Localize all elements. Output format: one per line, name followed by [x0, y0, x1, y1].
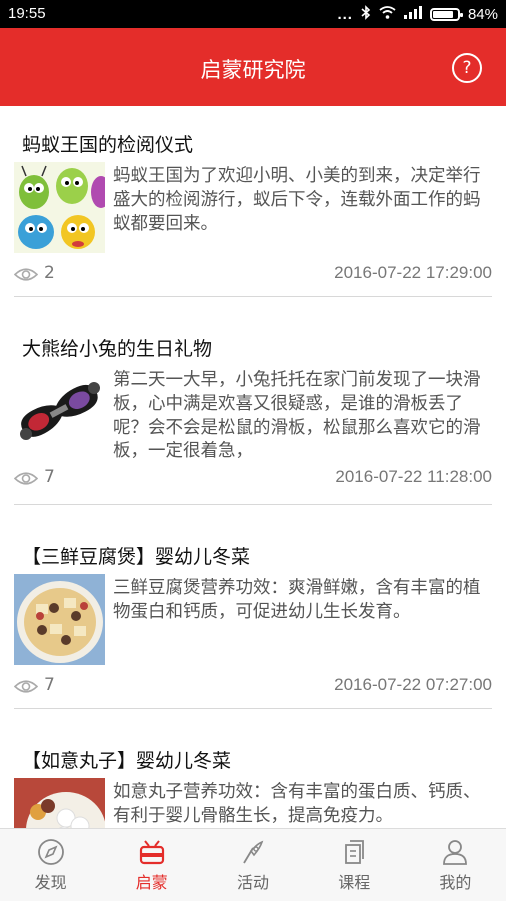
cell-signal-icon: [403, 6, 422, 23]
view-count: 7: [44, 675, 55, 695]
view-count: 7: [44, 467, 55, 487]
article-summary[interactable]: 蚂蚁王国为了欢迎小明、小美的到来，决定举行盛大的检阅游行，蚁后下令，连载外面工作…: [113, 165, 493, 236]
publish-date: 2016-07-22 11:28:00: [335, 467, 492, 486]
article-summary[interactable]: 如意丸子营养功效：含有丰富的蛋白质、钙质、有利于婴儿骨骼生长，提高免疫力。: [113, 781, 493, 828]
compass-icon: [37, 839, 64, 865]
robot-icon: [139, 840, 164, 865]
battery-icon: [429, 8, 463, 21]
publish-date: 2016-07-22 17:29:00: [334, 263, 492, 282]
tab-label: 我的: [439, 873, 472, 892]
article-card[interactable]: 【三鲜豆腐煲】婴幼儿冬菜 三鲜豆腐煲营养功效：爽滑鲜嫩，含有丰富的植物蛋白和钙质…: [0, 518, 506, 726]
app-header: 启蒙研究院 ?: [0, 28, 506, 106]
status-bar: 19:55 ... 84%: [0, 0, 506, 28]
status-time: 19:55: [8, 5, 46, 22]
article-title[interactable]: 蚂蚁王国的检阅仪式: [22, 130, 193, 157]
status-icons: ... 84%: [337, 5, 498, 24]
article-card[interactable]: 大熊给小兔的生日礼物 第二天一大早，小兔托托在家门前发现了一块滑板，心中满是欢喜…: [0, 310, 506, 518]
help-icon[interactable]: ?: [452, 53, 482, 83]
article-card[interactable]: 【如意丸子】婴幼儿冬菜 如意丸子营养功效：含有丰富的蛋白质、钙质、有利于婴儿骨骼…: [0, 722, 506, 828]
article-summary[interactable]: 第二天一大早，小兔托托在家门前发现了一块滑板，心中满是欢喜又很疑惑，是谁的滑板丢…: [113, 369, 493, 464]
notification-dots: ...: [337, 6, 353, 23]
eye-icon: [14, 680, 38, 693]
tab-label: 课程: [338, 873, 371, 892]
person-icon: [443, 840, 468, 865]
tab-courses[interactable]: 课程: [304, 829, 405, 901]
article-card[interactable]: 蚂蚁王国的检阅仪式 蚂蚁王国为了欢迎小明、小美的到来，决定举行盛大的检阅游行，蚁…: [0, 106, 506, 314]
article-meta: 7 2016-07-22 07:27:00: [14, 673, 492, 699]
eye-icon: [14, 472, 38, 485]
divider: [14, 296, 492, 297]
bottom-tab-bar: 发现 启蒙 活动 课程 我的: [0, 828, 506, 901]
book-icon: [345, 840, 365, 864]
wifi-icon: [379, 6, 396, 23]
article-thumbnail[interactable]: [14, 366, 105, 457]
article-meta: 2 2016-07-22 17:29:00: [14, 261, 492, 287]
article-thumbnail[interactable]: [14, 574, 105, 665]
article-title[interactable]: 大熊给小兔的生日礼物: [22, 334, 212, 361]
tab-enlightenment[interactable]: 启蒙: [101, 829, 202, 901]
divider: [14, 504, 492, 505]
eye-icon: [14, 268, 38, 281]
view-count: 2: [44, 263, 55, 283]
battery-text: 84%: [467, 6, 498, 23]
tab-mine[interactable]: 我的: [405, 829, 506, 901]
divider: [14, 708, 492, 709]
tab-discover[interactable]: 发现: [0, 829, 101, 901]
tab-label: 活动: [237, 873, 270, 892]
article-title[interactable]: 【如意丸子】婴幼儿冬菜: [22, 746, 231, 773]
article-summary[interactable]: 三鲜豆腐煲营养功效：爽滑鲜嫩，含有丰富的植物蛋白和钙质，可促进幼儿生长发育。: [113, 577, 493, 625]
article-feed[interactable]: 蚂蚁王国的检阅仪式 蚂蚁王国为了欢迎小明、小美的到来，决定举行盛大的检阅游行，蚁…: [0, 106, 506, 828]
article-title[interactable]: 【三鲜豆腐煲】婴幼儿冬菜: [22, 542, 250, 569]
publish-date: 2016-07-22 07:27:00: [334, 675, 492, 694]
tab-label: 发现: [34, 873, 67, 892]
article-meta: 7 2016-07-22 11:28:00: [14, 465, 492, 491]
page-title: 启蒙研究院: [200, 58, 306, 82]
tab-activities[interactable]: 活动: [202, 829, 303, 901]
tab-label: 启蒙: [135, 873, 168, 892]
bluetooth-icon: [361, 5, 371, 24]
flag-icon: [243, 840, 264, 864]
article-thumbnail[interactable]: [14, 162, 105, 253]
article-thumbnail[interactable]: [14, 778, 105, 828]
